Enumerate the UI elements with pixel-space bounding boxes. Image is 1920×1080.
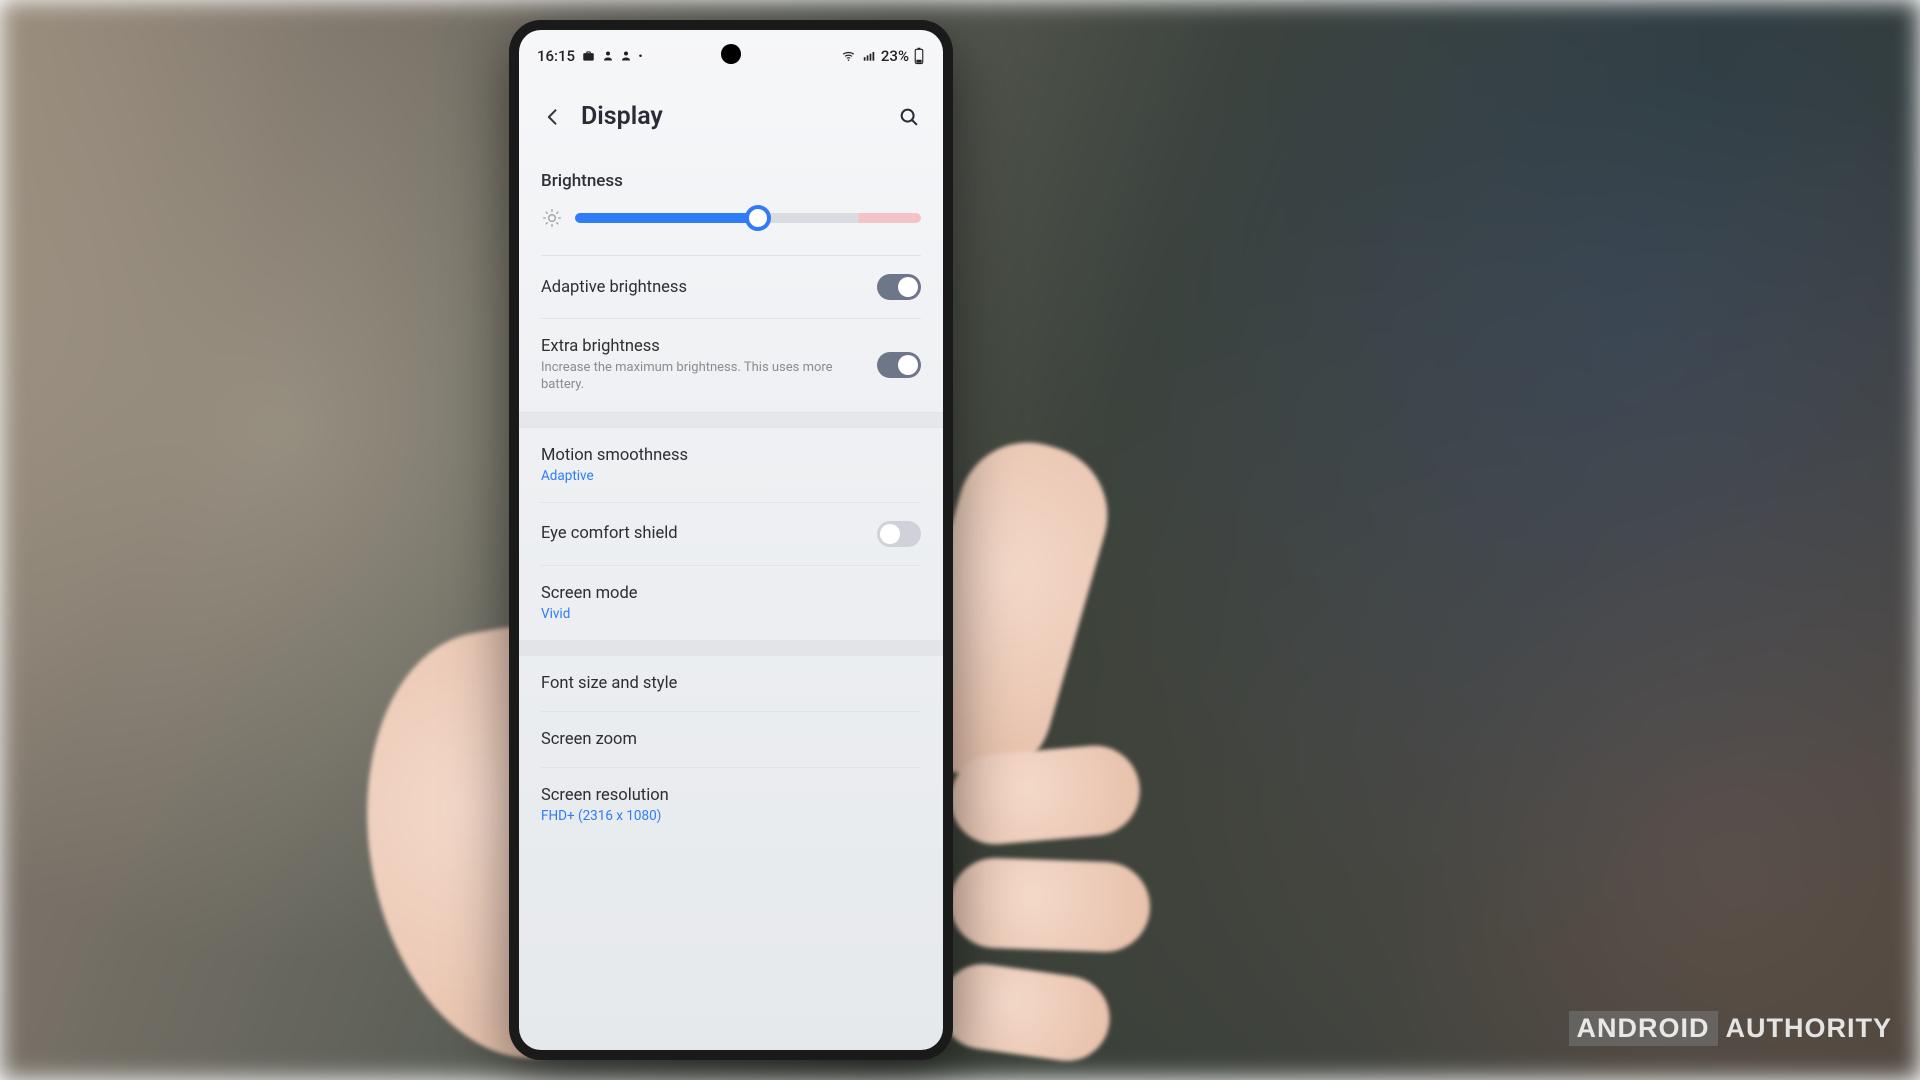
brightness-slider[interactable]	[575, 213, 921, 223]
screen-resolution-row[interactable]: Screen resolution FHD+ (2316 x 1080)	[519, 768, 943, 830]
watermark: ANDROID AUTHORITY	[1569, 1011, 1893, 1046]
battery-percent: 23%	[881, 47, 909, 65]
watermark-box: ANDROID	[1569, 1011, 1718, 1046]
eye-comfort-toggle[interactable]	[877, 521, 921, 547]
page-title: Display	[581, 102, 895, 131]
brightness-icon	[541, 207, 563, 229]
search-icon	[898, 106, 920, 128]
status-clock: 16:15	[537, 47, 575, 65]
screen-mode-row[interactable]: Screen mode Vivid	[519, 566, 943, 640]
phone-frame: 16:15 · 23%	[509, 20, 953, 1060]
extra-brightness-row[interactable]: Extra brightness Increase the maximum br…	[519, 319, 943, 412]
section-gap	[519, 640, 943, 656]
person-icon	[602, 49, 614, 63]
extra-brightness-toggle[interactable]	[877, 352, 921, 378]
eye-comfort-row[interactable]: Eye comfort shield	[519, 503, 943, 565]
signal-icon	[861, 49, 877, 63]
back-button[interactable]	[539, 103, 567, 131]
slider-thumb[interactable]	[745, 205, 771, 231]
slider-fill	[575, 213, 758, 223]
screen-mode-label: Screen mode	[541, 584, 638, 603]
screen-resolution-value: FHD+ (2316 x 1080)	[541, 808, 669, 824]
battery-icon	[913, 47, 925, 65]
font-size-label: Font size and style	[541, 674, 677, 693]
font-size-row[interactable]: Font size and style	[519, 656, 943, 711]
watermark-text: AUTHORITY	[1726, 1013, 1893, 1044]
more-notifications-dot: ·	[638, 47, 643, 65]
adaptive-brightness-row[interactable]: Adaptive brightness	[519, 256, 943, 318]
briefcase-icon	[581, 49, 596, 63]
adaptive-brightness-label: Adaptive brightness	[541, 278, 687, 297]
chevron-left-icon	[543, 107, 563, 127]
extra-brightness-label: Extra brightness	[541, 337, 865, 356]
person-icon	[620, 49, 632, 63]
motion-smoothness-label: Motion smoothness	[541, 446, 688, 465]
section-gap	[519, 412, 943, 428]
motion-smoothness-row[interactable]: Motion smoothness Adaptive	[519, 428, 943, 502]
hand-finger	[948, 857, 1151, 954]
brightness-section: Brightness	[519, 171, 943, 229]
app-bar: Display	[519, 76, 943, 161]
screen-zoom-label: Screen zoom	[541, 730, 637, 749]
screen-resolution-label: Screen resolution	[541, 786, 669, 805]
adaptive-brightness-toggle[interactable]	[877, 274, 921, 300]
phone-screen: 16:15 · 23%	[519, 30, 943, 1050]
motion-smoothness-value: Adaptive	[541, 468, 688, 484]
wifi-icon	[840, 49, 857, 63]
search-button[interactable]	[895, 103, 923, 131]
brightness-label: Brightness	[541, 171, 921, 191]
eye-comfort-label: Eye comfort shield	[541, 524, 678, 543]
extra-brightness-sub: Increase the maximum brightness. This us…	[541, 360, 865, 394]
front-camera	[721, 44, 741, 64]
screen-zoom-row[interactable]: Screen zoom	[519, 712, 943, 767]
screen-mode-value: Vivid	[541, 606, 638, 622]
